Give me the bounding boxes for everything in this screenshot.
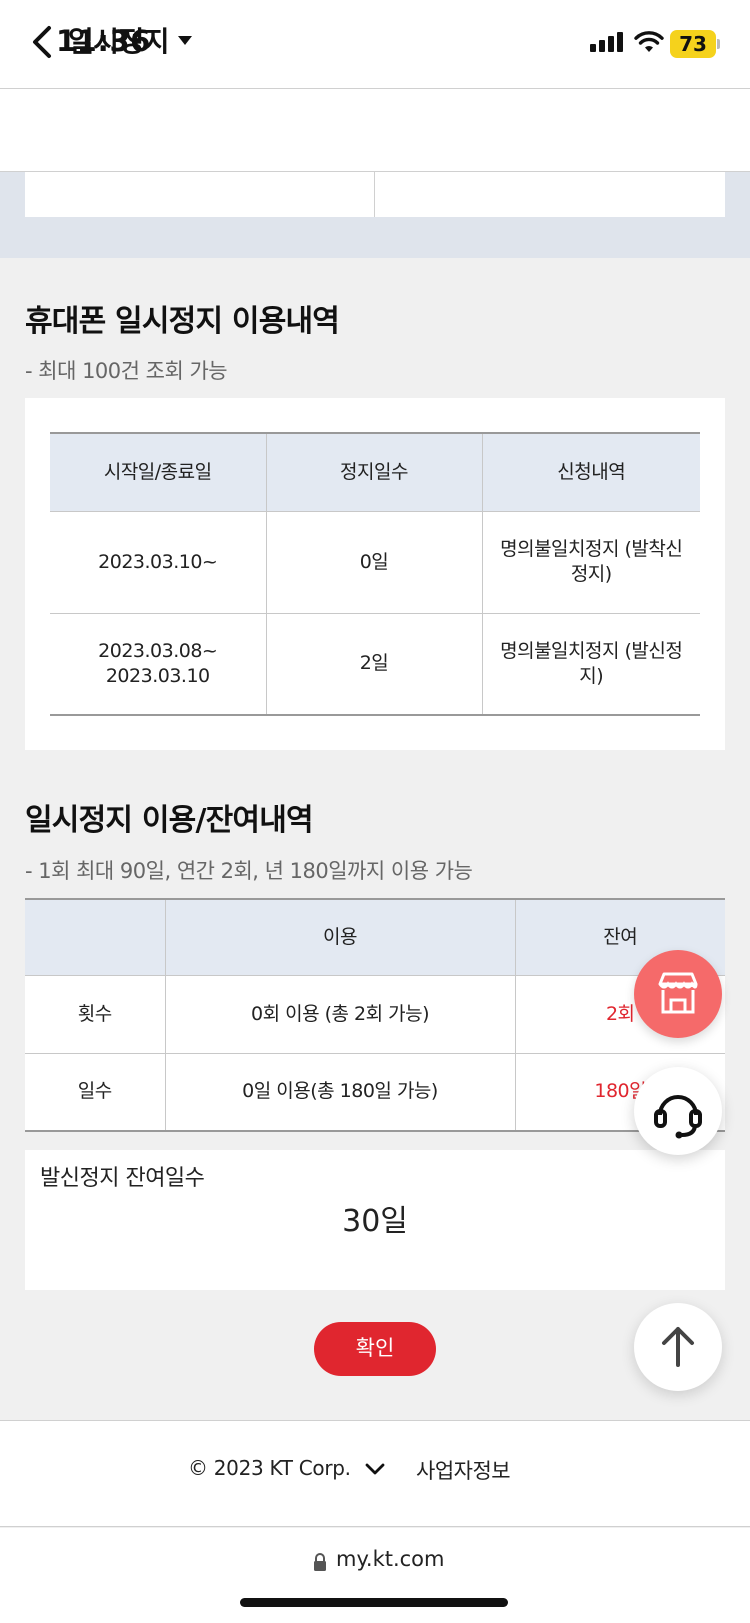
used-cell: 0회 이용 (총 2회 가능) [165, 974, 516, 1053]
arrow-up-icon [662, 1327, 694, 1367]
column-header: 정지일수 [266, 433, 483, 511]
store-fab-button[interactable] [634, 950, 722, 1038]
page-header [0, 88, 750, 172]
date-cell: 2023.03.08~ 2023.03.10 [50, 612, 267, 715]
date-cell: 2023.03.10~ [50, 510, 267, 613]
dropdown-triangle-icon[interactable] [178, 36, 192, 45]
column-header: 신청내역 [482, 433, 700, 511]
history-table: 시작일/종료일 정지일수 신청내역 2023.03.10~ 0일 명의불일치정지… [50, 432, 700, 716]
column-header [25, 899, 166, 975]
column-header: 이용 [165, 899, 516, 975]
type-cell: 명의불일치정지 (발신정지) [482, 612, 700, 715]
usage-title: 일시정지 이용/잔여내역 [25, 803, 314, 838]
store-icon [658, 972, 698, 1014]
table-row: 횟수 0회 이용 (총 2회 가능) 2회 [25, 974, 725, 1053]
summary-divider [374, 172, 375, 217]
history-note: - 최대 100건 조회 가능 [25, 359, 228, 383]
page-title[interactable]: 일시정지 [68, 20, 170, 60]
type-cell: 명의불일치정지 (발착신정지) [482, 510, 700, 613]
summary-card [25, 172, 725, 217]
outgoing-remaining-value: 30일 [342, 1204, 408, 1239]
history-title: 휴대폰 일시정지 이용내역 [25, 304, 340, 339]
usage-note: - 1회 최대 90일, 연간 2회, 년 180일까지 이용 가능 [25, 859, 473, 883]
start-date: 2023.03.08~ [98, 639, 218, 662]
days-cell: 2일 [266, 612, 483, 715]
signal-icon [590, 32, 624, 52]
url-text[interactable]: my.kt.com [336, 1547, 445, 1571]
copyright-text: © 2023 KT Corp. [188, 1456, 351, 1480]
support-fab-button[interactable] [634, 1067, 722, 1155]
business-info-link[interactable]: 사업자정보 [416, 1455, 511, 1485]
used-cell: 0일 이용(총 180일 가능) [165, 1052, 516, 1131]
scroll-top-button[interactable] [634, 1303, 722, 1391]
battery-nub [717, 39, 720, 49]
outgoing-remaining-label: 발신정지 잔여일수 [40, 1166, 205, 1191]
back-arrow-icon[interactable] [24, 22, 64, 62]
row-label: 일수 [25, 1052, 166, 1131]
headset-icon [654, 1095, 702, 1139]
days-cell: 0일 [266, 510, 483, 613]
table-header-row: 이용 잔여 [25, 899, 725, 975]
browser-url-bar [0, 1528, 750, 1623]
wifi-icon [634, 31, 664, 52]
table-row: 2023.03.10~ 0일 명의불일치정지 (발착신정지) [50, 510, 700, 613]
table-row: 일수 0일 이용(총 180일 가능) 180일 [25, 1052, 725, 1131]
column-header: 시작일/종료일 [50, 433, 267, 511]
table-header-row: 시작일/종료일 정지일수 신청내역 [50, 433, 700, 511]
table-row: 2023.03.08~ 2023.03.10 2일 명의불일치정지 (발신정지) [50, 612, 700, 715]
start-date: 2023.03.10~ [98, 550, 218, 573]
battery-indicator: 73 [670, 30, 716, 58]
end-date: 2023.03.10 [105, 664, 210, 687]
chevron-down-icon[interactable] [364, 1458, 386, 1480]
row-label: 횟수 [25, 974, 166, 1053]
usage-table: 이용 잔여 횟수 0회 이용 (총 2회 가능) 2회 일수 0일 이용(총 1… [25, 898, 725, 1132]
home-indicator[interactable] [240, 1598, 508, 1607]
lock-icon [314, 1553, 326, 1571]
confirm-button[interactable]: 확인 [314, 1322, 436, 1376]
